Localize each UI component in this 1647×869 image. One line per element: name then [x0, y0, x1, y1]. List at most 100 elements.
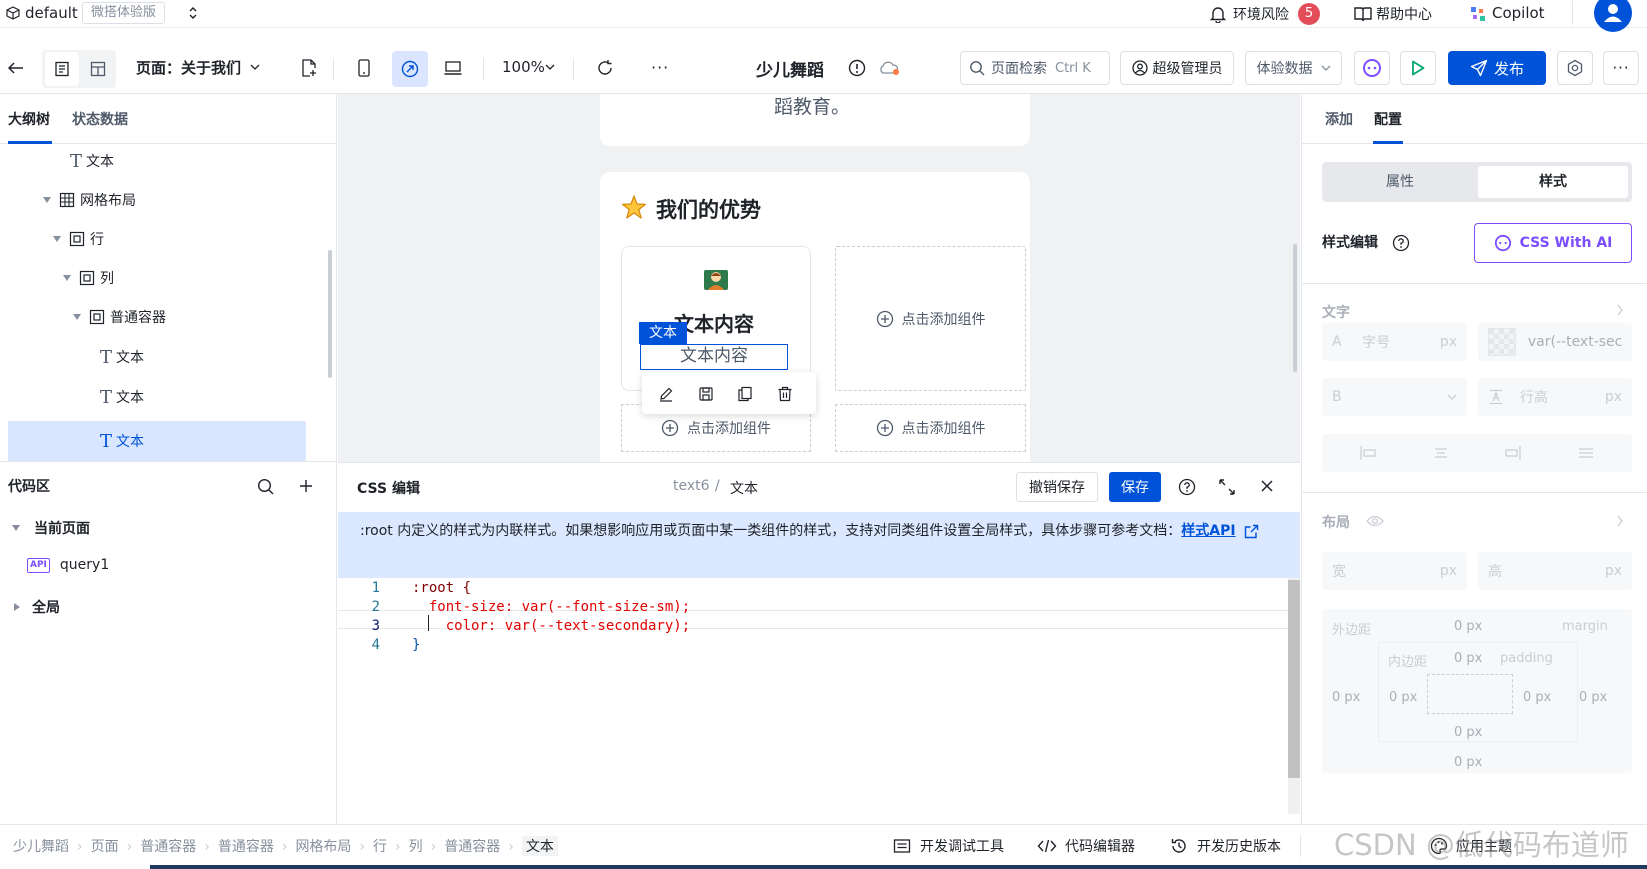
tree-node-row[interactable]: 行	[53, 221, 104, 257]
eye-icon[interactable]	[1366, 514, 1384, 528]
cloud-status-icon[interactable]	[878, 60, 900, 76]
caret-down-icon[interactable]	[63, 275, 71, 281]
margin-left-value[interactable]: 0 px	[1332, 690, 1360, 705]
desktop-icon[interactable]	[444, 61, 462, 75]
section-title[interactable]: 我们的优势	[656, 194, 761, 224]
card-text[interactable]: 蹈教育。	[774, 94, 850, 119]
caret-down-icon[interactable]	[53, 236, 61, 242]
segment-styles[interactable]: 样式	[1478, 166, 1628, 198]
delete-icon[interactable]	[777, 386, 793, 402]
code-tree-current-page[interactable]: 当前页面	[12, 518, 90, 538]
info-icon[interactable]	[848, 59, 866, 77]
tab-outline-tree[interactable]: 大纲树	[8, 109, 50, 129]
undo-save-button[interactable]: 撤销保存	[1016, 472, 1098, 502]
outline-view-button[interactable]	[45, 52, 79, 86]
breadcrumb-item[interactable]: 普通容器	[444, 836, 500, 856]
bell-icon[interactable]	[1210, 5, 1226, 23]
caret-down-icon[interactable]	[73, 314, 81, 320]
tab-add[interactable]: 添加	[1325, 109, 1353, 129]
selected-text-component[interactable]: 文本内容	[640, 344, 788, 370]
caret-down-icon[interactable]	[43, 197, 51, 203]
add-component-slot[interactable]: 点击添加组件	[835, 404, 1026, 452]
workspace-name[interactable]: default	[25, 4, 78, 22]
margin-bottom-value[interactable]: 0 px	[1454, 755, 1482, 770]
breadcrumb-item[interactable]: 网格布局	[295, 836, 351, 856]
edit-icon[interactable]	[658, 386, 674, 402]
help-icon[interactable]	[1392, 234, 1410, 252]
zoom-select[interactable]: 100%	[502, 58, 545, 76]
segment-attributes[interactable]: 属性	[1326, 166, 1474, 198]
font-weight-select[interactable]: B	[1322, 378, 1467, 416]
add-page-icon[interactable]	[301, 59, 317, 77]
settings-button[interactable]	[1557, 51, 1593, 85]
style-api-link[interactable]: 样式API	[1181, 523, 1235, 539]
tree-node-container[interactable]: 普通容器	[73, 299, 166, 335]
save-button[interactable]: 保存	[1109, 472, 1161, 502]
layout-section-title[interactable]: 布局	[1322, 512, 1350, 532]
add-icon[interactable]	[298, 478, 314, 494]
tree-node-text[interactable]: T 文本	[100, 339, 144, 375]
padding-bottom-value[interactable]: 0 px	[1454, 725, 1482, 740]
preview-button[interactable]	[1400, 51, 1436, 85]
canvas-scrollbar[interactable]	[1293, 244, 1297, 372]
tree-node-text-selected[interactable]: T 文本	[100, 423, 144, 459]
css-with-ai-button[interactable]: CSS With AI	[1474, 223, 1632, 263]
chevron-right-icon[interactable]	[1616, 304, 1624, 316]
page-search-input[interactable]: 页面检索 Ctrl K	[960, 51, 1110, 85]
margin-top-value[interactable]: 0 px	[1454, 619, 1482, 634]
breadcrumb-item[interactable]: 少儿舞蹈	[13, 836, 69, 856]
breadcrumb-item-current[interactable]: 文本	[521, 836, 558, 856]
env-risk-label[interactable]: 环境风险	[1233, 4, 1289, 24]
tree-node-text[interactable]: T 文本	[100, 379, 144, 415]
selected-component-tag[interactable]: 文本	[639, 322, 687, 344]
chevron-right-icon[interactable]	[1616, 515, 1624, 527]
help-center-link[interactable]: 帮助中心	[1376, 4, 1432, 24]
publish-button[interactable]: 发布	[1448, 51, 1546, 85]
code-editor-button[interactable]: 代码编辑器	[1037, 836, 1135, 856]
search-icon[interactable]	[257, 478, 274, 495]
font-size-input[interactable]: A 字号 px	[1322, 323, 1467, 361]
back-arrow-icon[interactable]	[8, 61, 24, 75]
chevron-down-icon[interactable]	[545, 64, 555, 70]
copilot-icon[interactable]	[1469, 5, 1487, 23]
mobile-icon[interactable]	[358, 59, 370, 77]
help-icon[interactable]	[1178, 478, 1196, 496]
color-swatch[interactable]	[1488, 328, 1516, 356]
code-tree-global[interactable]: 全局	[14, 597, 60, 617]
padding-left-value[interactable]: 0 px	[1389, 690, 1417, 705]
width-input[interactable]: 宽 px	[1322, 552, 1467, 590]
margin-right-value[interactable]: 0 px	[1579, 690, 1607, 705]
breadcrumb-item[interactable]: 普通容器	[140, 836, 196, 856]
tab-state-data[interactable]: 状态数据	[72, 109, 128, 129]
css-code-editor[interactable]: 1 2 3 4 :root { font-size: var(--font-si…	[338, 578, 1300, 814]
more-icon[interactable]: ···	[651, 58, 669, 77]
close-icon[interactable]	[1260, 479, 1274, 493]
copilot-button[interactable]	[1354, 51, 1390, 85]
refresh-icon[interactable]	[596, 59, 614, 77]
devtools-button[interactable]: 开发调试工具	[893, 836, 1004, 856]
tab-config[interactable]: 配置	[1374, 109, 1402, 129]
chevron-down-icon[interactable]	[250, 64, 260, 70]
switch-icon[interactable]	[188, 6, 198, 20]
add-component-slot[interactable]: 点击添加组件	[835, 246, 1026, 391]
padding-right-value[interactable]: 0 px	[1523, 690, 1551, 705]
editor-scrollbar-thumb[interactable]	[1288, 580, 1300, 778]
text-section-title[interactable]: 文字	[1322, 302, 1350, 322]
save-icon[interactable]	[698, 386, 714, 402]
page-selector[interactable]: 页面：关于我们	[136, 57, 241, 78]
tree-node-grid[interactable]: 网格布局	[43, 182, 136, 218]
data-select[interactable]: 体验数据	[1245, 51, 1342, 85]
breadcrumb-item[interactable]: 行	[373, 836, 387, 856]
code-tree-query[interactable]: API query1	[27, 557, 109, 573]
padding-top-value[interactable]: 0 px	[1454, 651, 1482, 666]
copy-icon[interactable]	[737, 386, 753, 402]
external-link-icon[interactable]	[1244, 524, 1259, 539]
caret-right-icon[interactable]	[14, 603, 20, 611]
more-menu-button[interactable]: ···	[1603, 51, 1639, 85]
history-button[interactable]: 开发历史版本	[1170, 836, 1281, 856]
height-input[interactable]: 高 px	[1478, 552, 1632, 590]
tree-scrollbar[interactable]	[328, 250, 332, 378]
book-icon[interactable]	[1354, 6, 1372, 22]
expand-icon[interactable]	[1218, 478, 1236, 496]
layout-view-button[interactable]	[81, 52, 115, 86]
